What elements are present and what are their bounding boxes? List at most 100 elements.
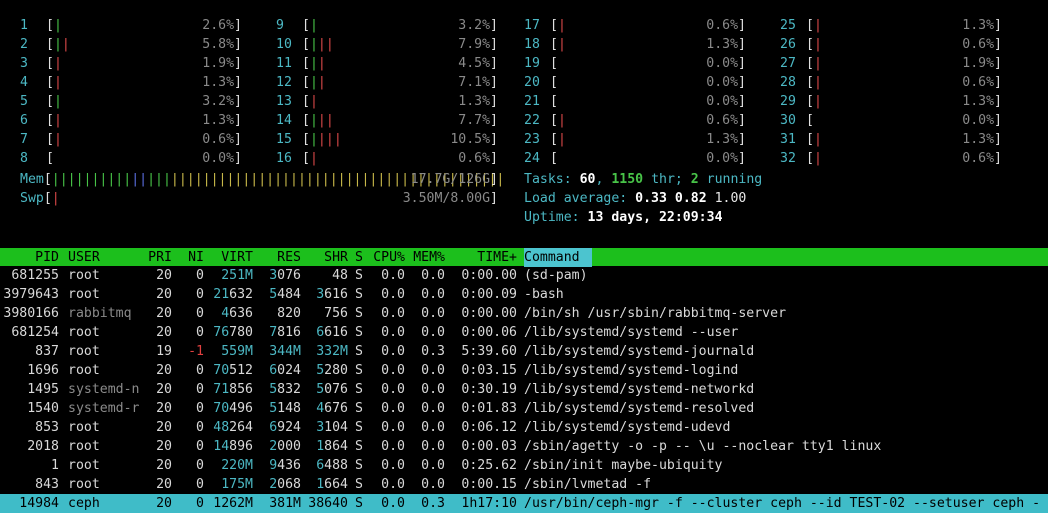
process-pri: 20 [156, 325, 172, 340]
bracket-close: ] [490, 56, 498, 71]
process-cpu-percent: 0.0 [381, 306, 405, 321]
process-res: 7816 [269, 325, 301, 340]
process-command: /lib/systemd/systemd-resolved [524, 401, 755, 416]
process-pri: 20 [156, 382, 172, 397]
process-shr: 756 [324, 306, 348, 321]
cpu-usage-bar: | [309, 151, 318, 166]
process-row[interactable]: 1495 systemd-n 20 0 71856 5832 5076 S 0.0 0.0 0:30… [0, 380, 1048, 399]
process-res: 5832 [269, 382, 301, 397]
process-row[interactable]: 837 root 19 -1 559M 344M 332M S 0.0 0.3 5:39.60/li… [0, 342, 1048, 361]
cpu-percent: 0.0% [706, 56, 739, 71]
process-table-header[interactable]: PID USER PRI NI VIRT RES SHR S CPU% MEM% TIME+ Comm… [0, 248, 1048, 267]
process-state: S [355, 401, 363, 416]
process-user: root [68, 439, 100, 454]
process-time: 0:30.19 [461, 382, 517, 397]
column-header-mem-percent[interactable]: MEM% [408, 248, 445, 267]
cpu-meter-2: 2 [|| 5.8%] [20, 35, 242, 54]
process-ni: -1 [188, 344, 204, 359]
process-command: (sd-pam) [524, 268, 588, 283]
process-virt: 559M [221, 344, 253, 359]
process-row[interactable]: 681254 root 20 0 76780 7816 6616 S 0.0 0.0 0:00.06… [0, 323, 1048, 342]
bracket-close: ] [490, 75, 498, 90]
cpu-meter-13: 13 [| 1.3%] [276, 92, 498, 111]
cpu-usage-bar: | [813, 132, 822, 147]
process-virt: 251M [221, 268, 253, 283]
process-virt: 21632 [213, 287, 253, 302]
cpu-number: 32 [780, 151, 796, 166]
process-virt: 70496 [213, 401, 253, 416]
tasks-summary: Tasks: 60, 1150 thr; 2 running [524, 172, 763, 187]
process-state: S [355, 382, 363, 397]
bracket-open: [ [550, 151, 558, 166]
bracket-close: ] [490, 37, 498, 52]
process-row[interactable]: 1 root 20 0 220M 9436 6488 S 0.0 0.0 0:25.62/sbin/… [0, 456, 1048, 475]
cpu-percent: 1.3% [202, 75, 235, 90]
bracket-close: ] [738, 151, 746, 166]
bracket-open: [ [302, 132, 310, 147]
cpu-number: 31 [780, 132, 796, 147]
mem-value: 17.7G/126G [410, 172, 491, 187]
cpu-percent: 3.2% [458, 18, 491, 33]
column-header-ni[interactable]: NI [180, 248, 204, 267]
bracket-open: [ [46, 94, 54, 109]
column-header-time[interactable]: TIME+ [447, 248, 517, 267]
process-ni: 0 [196, 496, 204, 511]
process-pri: 20 [156, 496, 172, 511]
process-row[interactable]: 1696 root 20 0 70512 6024 5280 S 0.0 0.0 0:03.15/l… [0, 361, 1048, 380]
process-row[interactable]: 3979643 root 20 0 21632 5484 3616 S 0.0 0.0 0:00.0… [0, 285, 1048, 304]
process-ni: 0 [196, 325, 204, 340]
column-header-res[interactable]: RES [254, 248, 301, 267]
process-row[interactable]: 2018 root 20 0 14896 2000 1864 S 0.0 0.0 0:00.03/s… [0, 437, 1048, 456]
process-time: 0:00.06 [461, 325, 517, 340]
column-header-shr[interactable]: SHR [301, 248, 348, 267]
process-row[interactable]: 843 root 20 0 175M 2068 1664 S 0.0 0.0 0:00.15/sbi… [0, 475, 1048, 494]
cpu-percent: 7.9% [458, 37, 491, 52]
process-command: /lib/systemd/systemd-udevd [524, 420, 731, 435]
cpu-number: 11 [276, 56, 292, 71]
cpu-percent: 0.6% [458, 151, 491, 166]
process-row[interactable]: 681255 root 20 0 251M 3076 48 S 0.0 0.0 0:00.00 (sd… [0, 266, 1048, 285]
process-command: /sbin/lvmetad -f [524, 477, 652, 492]
bracket-open: [ [302, 37, 310, 52]
process-row[interactable]: 3980166 rabbitmq 20 0 4636 820 756 S 0.0 0.0 0:00.… [0, 304, 1048, 323]
process-mem-percent: 0.0 [421, 306, 445, 321]
bracket-close: ] [490, 18, 498, 33]
bracket-close: ] [234, 132, 242, 147]
cpu-usage-bar: | [813, 151, 822, 166]
process-virt: 70512 [213, 363, 253, 378]
process-cpu-percent: 0.0 [381, 382, 405, 397]
process-shr: 332M [316, 344, 348, 359]
process-shr: 5076 [316, 382, 348, 397]
cpu-usage-bar: | [309, 94, 318, 109]
bracket-open: [ [302, 18, 310, 33]
process-row[interactable]: 1540 systemd-r 20 0 70496 5148 4676 S 0.0 0.0 0:01… [0, 399, 1048, 418]
bracket-close: ] [994, 151, 1002, 166]
process-cpu-percent: 0.0 [381, 420, 405, 435]
column-header-user[interactable]: USER [68, 248, 148, 267]
column-header-cpu-percent[interactable]: CPU% [368, 248, 405, 267]
cpu-number: 29 [780, 94, 796, 109]
column-header-pri[interactable]: PRI [145, 248, 172, 267]
bracket-close: ] [738, 56, 746, 71]
process-time: 5:39.60 [461, 344, 517, 359]
cpu-number: 25 [780, 18, 796, 33]
process-pri: 20 [156, 401, 172, 416]
cpu-percent: 1.9% [202, 56, 235, 71]
process-pid: 1696 [27, 363, 59, 378]
process-user: systemd-n [68, 382, 140, 397]
process-state: S [355, 420, 363, 435]
cpu-meter-32: 32 [| 0.6%] [780, 149, 1002, 168]
cpu-usage-bar: || [309, 75, 326, 90]
column-header-pid[interactable]: PID [0, 248, 59, 267]
process-row[interactable]: 853 root 20 0 48264 6924 3104 S 0.0 0.0 0:06.12/li… [0, 418, 1048, 437]
process-pid: 14984 [19, 496, 59, 511]
process-shr: 4676 [316, 401, 348, 416]
bracket-open: [ [302, 56, 310, 71]
column-header-virt[interactable]: VIRT [206, 248, 253, 267]
cpu-percent: 0.6% [706, 113, 739, 128]
column-header-command[interactable]: Command [524, 248, 592, 267]
column-header-state[interactable]: S [355, 248, 367, 267]
bracket-close: ] [738, 18, 746, 33]
cpu-number: 10 [276, 37, 292, 52]
process-row[interactable]: 14984 ceph 20 0 1262M 381M 38640 S 0.0 0.3 1h17:10… [0, 494, 1048, 513]
